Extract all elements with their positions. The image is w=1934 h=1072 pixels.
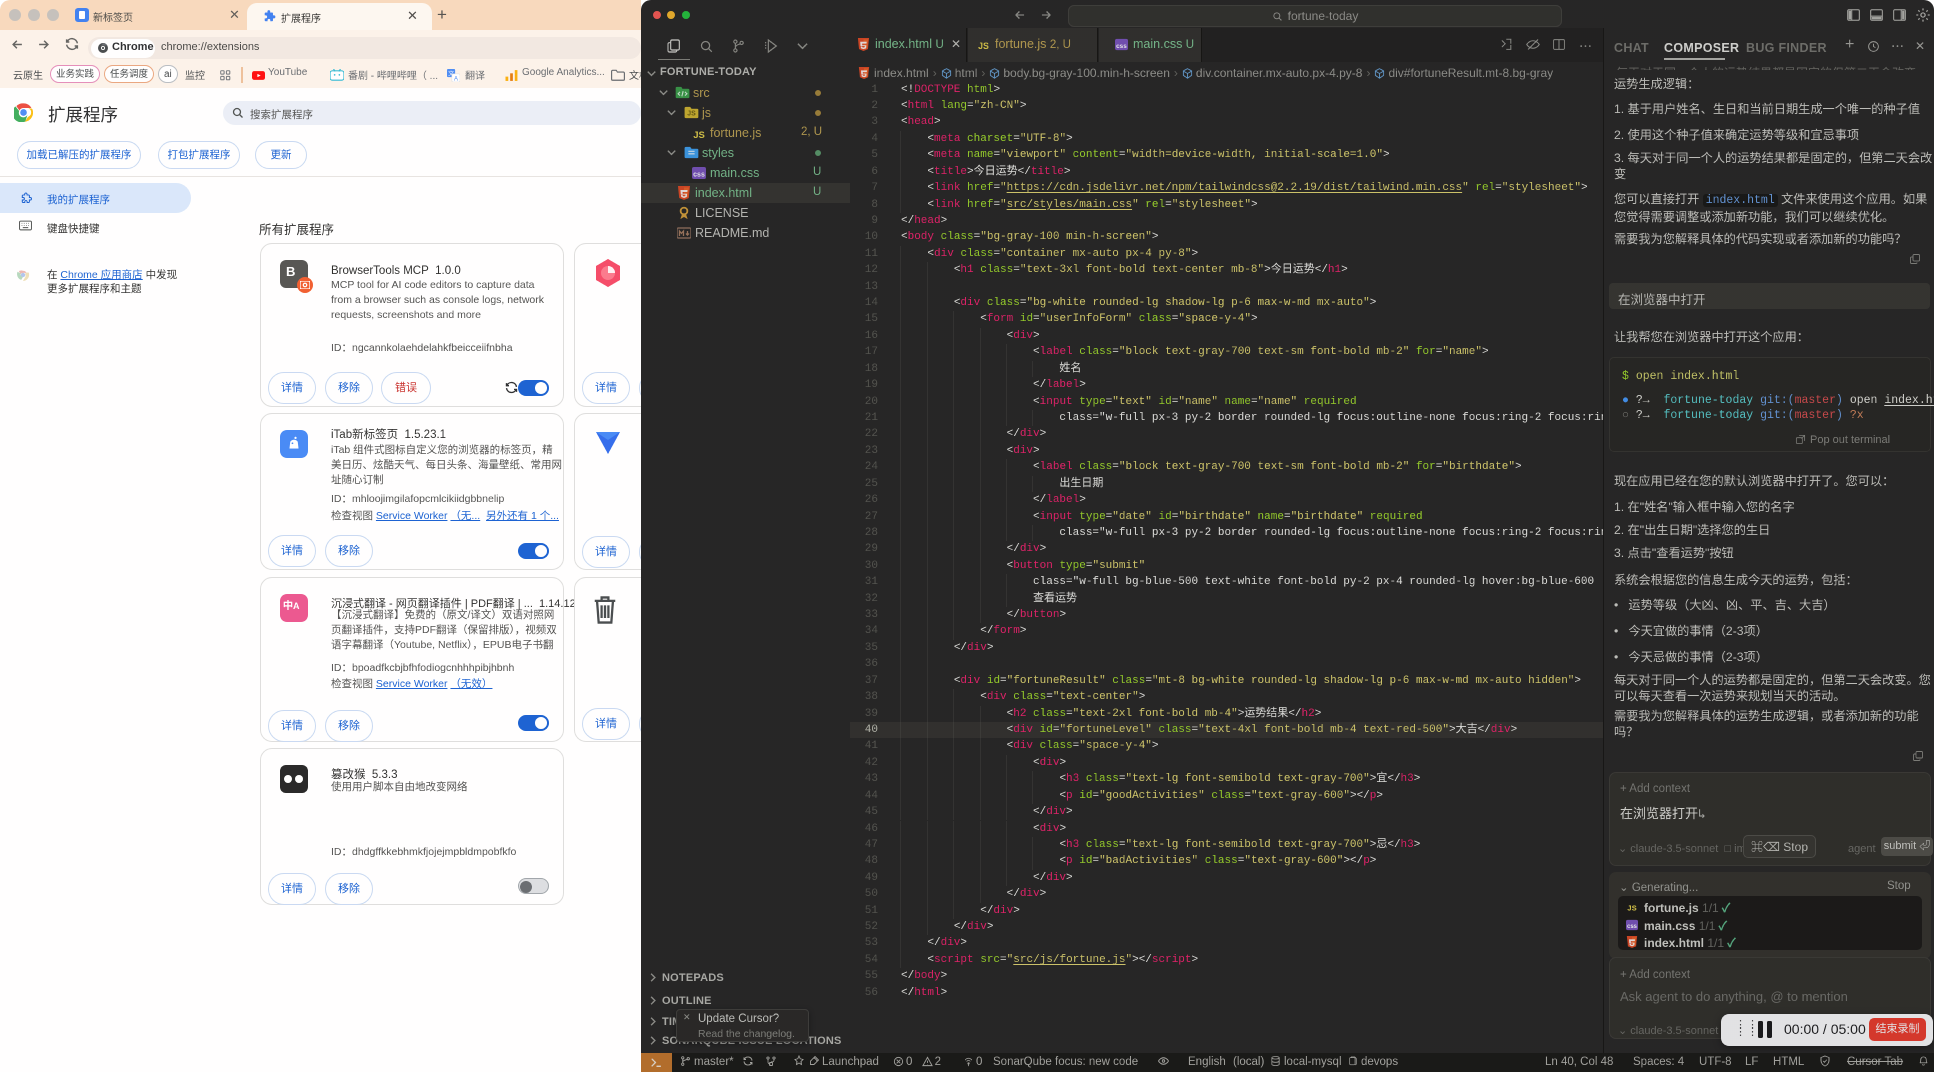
svg-text:JS: JS bbox=[978, 41, 989, 51]
svg-text:css: css bbox=[1627, 924, 1638, 930]
svg-text:css: css bbox=[693, 172, 705, 179]
svg-text:css: css bbox=[1116, 43, 1127, 50]
svg-text:JS: JS bbox=[693, 130, 705, 140]
svg-text:A: A bbox=[454, 76, 458, 82]
svg-text:JS: JS bbox=[687, 111, 696, 118]
svg-text:JS: JS bbox=[1627, 903, 1636, 912]
